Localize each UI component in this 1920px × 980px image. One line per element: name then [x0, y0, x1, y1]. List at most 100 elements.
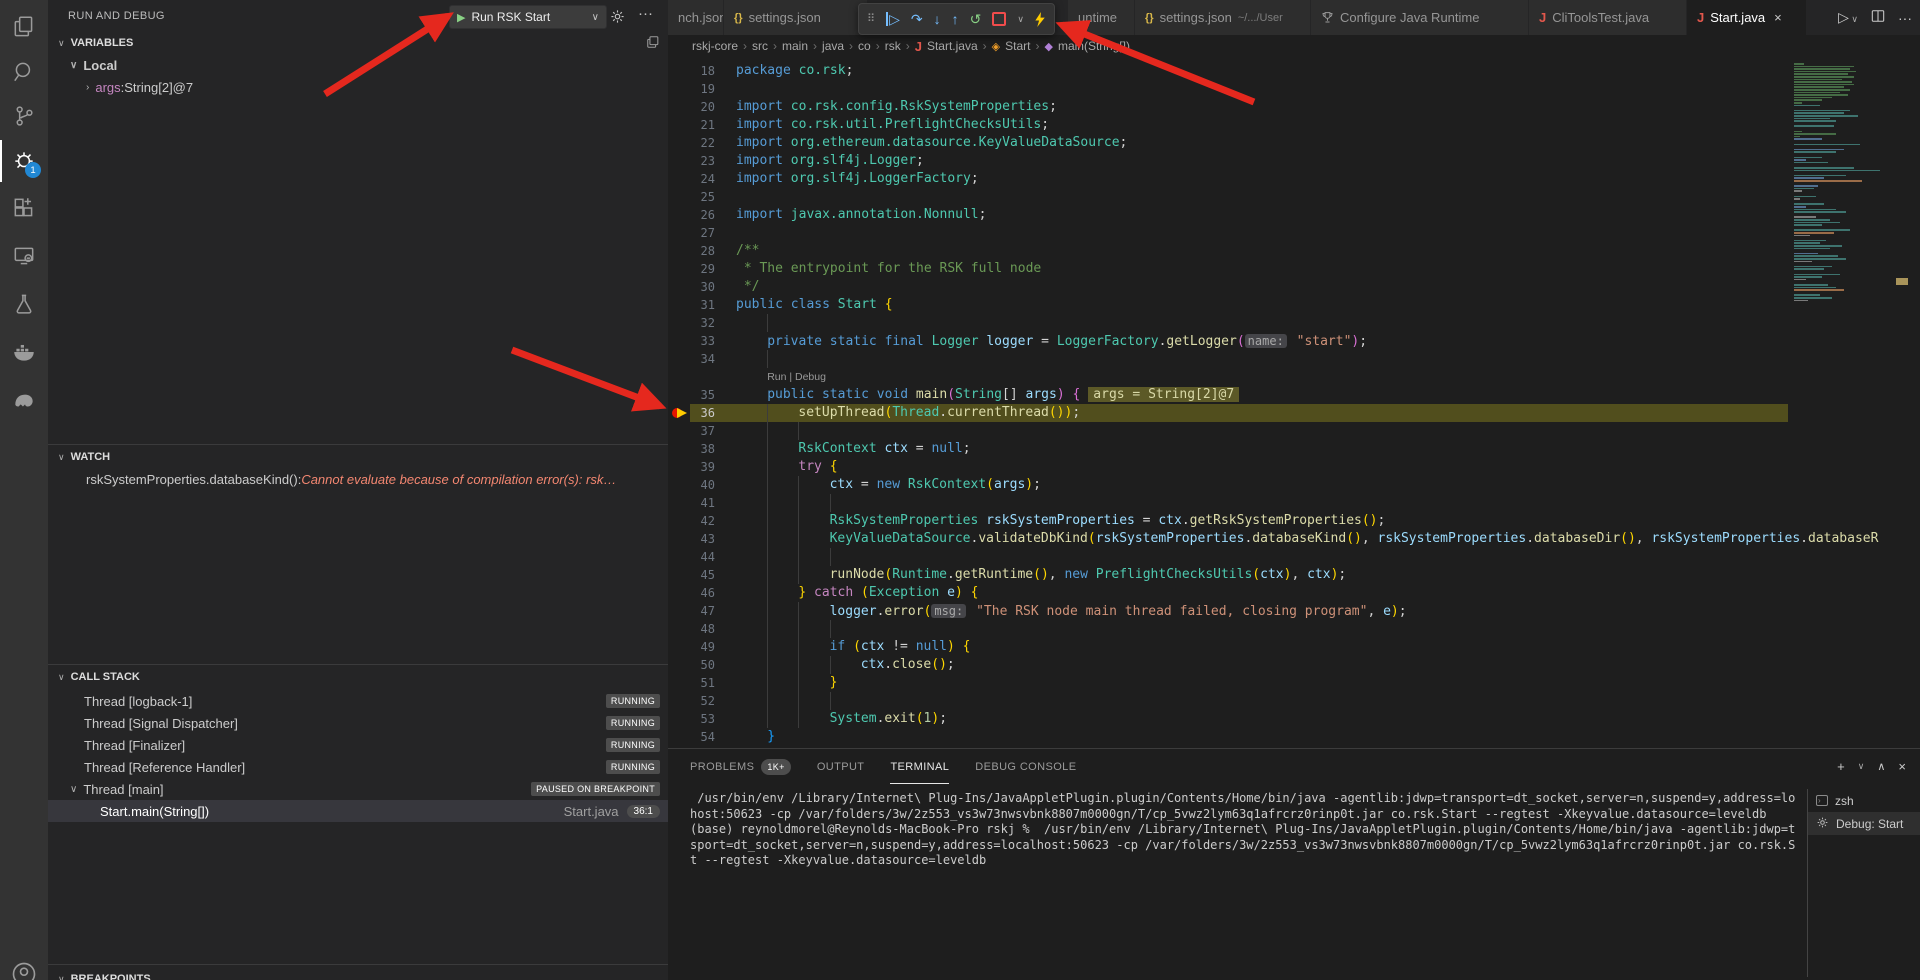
code-line-50[interactable]: 50ctx.close(); — [668, 656, 1788, 674]
line-number[interactable]: 45 — [668, 566, 715, 584]
code-line-45[interactable]: 45runNode(Runtime.getRuntime(), new Pref… — [668, 566, 1788, 584]
code-line-54[interactable]: 54} — [668, 728, 1788, 746]
line-number[interactable]: 44 — [668, 548, 715, 566]
new-terminal-icon[interactable]: + — [1837, 759, 1845, 774]
code-line-32[interactable]: 32 — [668, 314, 1788, 332]
variables-scope-local[interactable]: ∨ Local — [48, 54, 668, 76]
restart-icon[interactable]: ↺ — [970, 12, 982, 26]
variable-row[interactable]: ›args: String[2]@7 — [48, 76, 668, 98]
breadcrumb-item[interactable]: Start.java — [927, 39, 978, 53]
call-stack-thread-row[interactable]: ∨Thread [main]PAUSED ON BREAKPOINT — [48, 778, 668, 800]
accounts-icon[interactable] — [0, 952, 48, 980]
line-number[interactable]: 40 — [668, 476, 715, 494]
breadcrumb-item[interactable]: main(String[]) — [1058, 39, 1130, 53]
code-line-46[interactable]: 46} catch (Exception e) { — [668, 584, 1788, 602]
line-number[interactable]: 34 — [668, 350, 715, 368]
code-line-35[interactable]: 35public static void main(String[] args)… — [668, 386, 1788, 404]
code-line-53[interactable]: 53System.exit(1); — [668, 710, 1788, 728]
launch-profile-chevron-icon[interactable]: ∨ — [1858, 761, 1865, 772]
code-line-39[interactable]: 39try { — [668, 458, 1788, 476]
code-line-44[interactable]: 44 — [668, 548, 1788, 566]
tab-Start.java[interactable]: JStart.java× — [1687, 0, 1807, 35]
line-number[interactable]: 30 — [668, 278, 715, 296]
code-line-42[interactable]: 42RskSystemProperties rskSystemPropertie… — [668, 512, 1788, 530]
breadcrumb-item[interactable]: src — [752, 39, 768, 53]
line-number[interactable]: 52 — [668, 692, 715, 710]
split-editor-icon[interactable] — [1871, 9, 1885, 26]
line-number[interactable]: 50 — [668, 656, 715, 674]
call-stack-section-header[interactable]: ∨ CALL STACK — [48, 666, 668, 688]
line-number[interactable]: 21 — [668, 116, 715, 134]
minimap[interactable] — [1788, 57, 1886, 748]
tab-CliToolsTest.java[interactable]: JCliToolsTest.java — [1529, 0, 1687, 35]
remote-explorer-icon[interactable] — [0, 234, 48, 278]
start-debugging-icon[interactable]: ▶ — [457, 11, 465, 24]
line-number[interactable]: 28 — [668, 242, 715, 260]
variables-section-header[interactable]: ∨ VARIABLES — [48, 32, 668, 54]
code-line-28[interactable]: 28/** — [668, 242, 1788, 260]
breadcrumb-item[interactable]: rskj-core — [692, 39, 738, 53]
line-number[interactable]: 36 — [668, 404, 715, 422]
debug-settings-gear-icon[interactable] — [610, 9, 625, 28]
code-line-24[interactable]: 24import org.slf4j.LoggerFactory; — [668, 170, 1788, 188]
line-number[interactable]: 43 — [668, 530, 715, 548]
line-number[interactable]: 54 — [668, 728, 715, 746]
toolbar-drag-grip-icon[interactable]: ⠿ — [867, 12, 875, 26]
source-control-icon[interactable] — [0, 94, 48, 138]
code-line-20[interactable]: 20import co.rsk.config.RskSystemProperti… — [668, 98, 1788, 116]
call-stack-thread-row[interactable]: Thread [logback-1]RUNNING — [48, 690, 668, 712]
line-number[interactable]: 38 — [668, 440, 715, 458]
code-line-18[interactable]: 18package co.rsk; — [668, 62, 1788, 80]
line-number[interactable]: 18 — [668, 62, 715, 80]
step-into-icon[interactable]: ↓ — [934, 12, 941, 26]
code-line-43[interactable]: 43KeyValueDataSource.validateDbKind(rskS… — [668, 530, 1788, 548]
call-stack-thread-row[interactable]: Thread [Finalizer]RUNNING — [48, 734, 668, 756]
run-and-debug-icon[interactable]: 1 — [0, 138, 48, 182]
gradle-icon[interactable] — [0, 378, 48, 422]
code-line-23[interactable]: 23import org.slf4j.Logger; — [668, 152, 1788, 170]
close-panel-icon[interactable]: × — [1898, 759, 1906, 774]
watch-section-header[interactable]: ∨ WATCH — [48, 446, 668, 468]
code-line-30[interactable]: 30 */ — [668, 278, 1788, 296]
tab-untime[interactable]: untime — [1068, 0, 1135, 35]
tab-settings.json[interactable]: {}settings.json~/.../User — [1135, 0, 1311, 35]
testing-icon[interactable] — [0, 282, 48, 326]
panel-tab-problems[interactable]: PROBLEMS1K+ — [690, 749, 791, 784]
code-line-51[interactable]: 51} — [668, 674, 1788, 692]
views-more-actions-icon[interactable]: ··· — [638, 6, 653, 22]
search-icon[interactable] — [0, 50, 48, 94]
line-number[interactable]: 23 — [668, 152, 715, 170]
docker-icon[interactable] — [0, 330, 48, 374]
breadcrumb-item[interactable]: co — [858, 39, 871, 53]
line-number[interactable]: 32 — [668, 314, 715, 332]
line-number[interactable]: 35 — [668, 386, 715, 404]
continue-icon[interactable]: ▷ — [886, 12, 900, 26]
call-stack-thread-row[interactable]: Thread [Reference Handler]RUNNING — [48, 756, 668, 778]
code-line-31[interactable]: 31public class Start { — [668, 296, 1788, 314]
maximize-panel-icon[interactable]: ∧ — [1877, 760, 1885, 773]
breadcrumb-item[interactable]: Start — [1005, 39, 1030, 53]
code-line-19[interactable]: 19 — [668, 80, 1788, 98]
stop-icon[interactable] — [992, 12, 1006, 26]
panel-tab-debug-console[interactable]: DEBUG CONSOLE — [975, 749, 1076, 784]
line-number[interactable]: 25 — [668, 188, 715, 206]
panel-tab-terminal[interactable]: TERMINAL — [890, 749, 949, 784]
stack-frame-row[interactable]: Start.main(String[])Start.java36:1 — [48, 800, 668, 822]
code-line-21[interactable]: 21import co.rsk.util.PreflightChecksUtil… — [668, 116, 1788, 134]
line-number[interactable]: 47 — [668, 602, 715, 620]
line-number[interactable]: 46 — [668, 584, 715, 602]
editor-more-actions-icon[interactable]: ··· — [1898, 10, 1912, 26]
breadcrumb-item[interactable]: main — [782, 39, 808, 53]
code-editor[interactable]: 17*/18package co.rsk;1920import co.rsk.c… — [668, 57, 1920, 748]
call-stack-thread-row[interactable]: Thread [Signal Dispatcher]RUNNING — [48, 712, 668, 734]
code-line-27[interactable]: 27 — [668, 224, 1788, 242]
line-number[interactable]: 29 — [668, 260, 715, 278]
line-number[interactable]: 39 — [668, 458, 715, 476]
code-line-38[interactable]: 38RskContext ctx = null; — [668, 440, 1788, 458]
code-line-41[interactable]: 41 — [668, 494, 1788, 512]
tab-Configure Java Runtime[interactable]: Configure Java Runtime — [1311, 0, 1529, 35]
line-number[interactable]: 41 — [668, 494, 715, 512]
breadcrumb-item[interactable]: java — [822, 39, 844, 53]
twistie-icon[interactable]: › — [86, 82, 89, 93]
line-number[interactable]: 51 — [668, 674, 715, 692]
